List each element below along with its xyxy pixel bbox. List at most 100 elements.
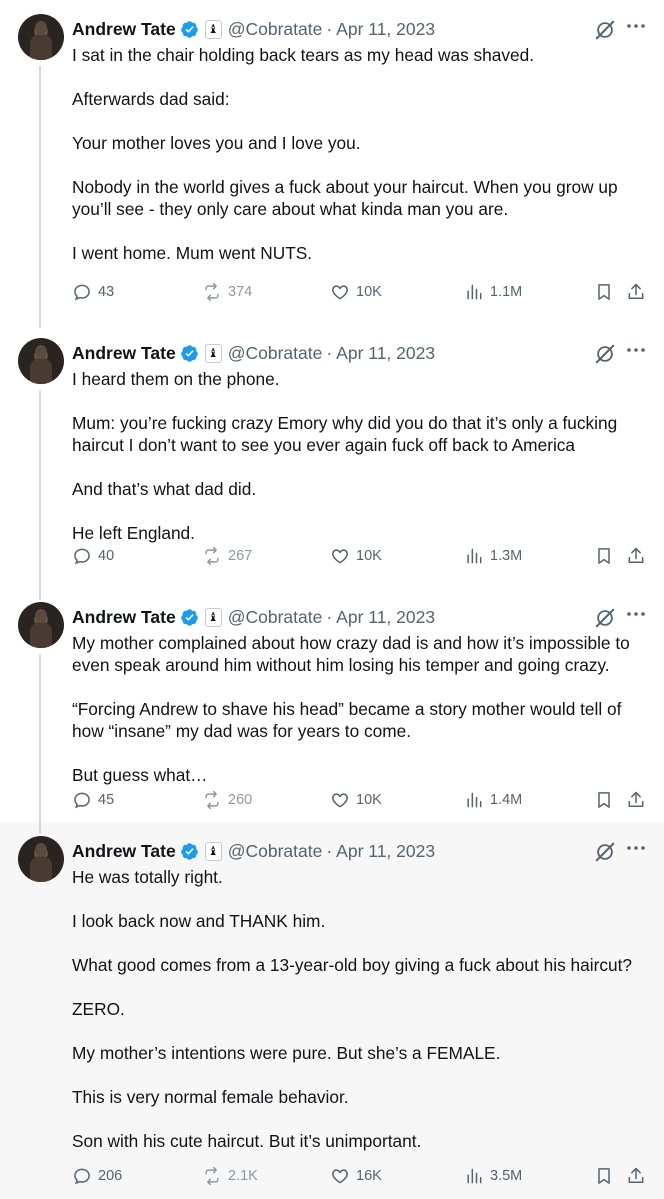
more-icon[interactable] [624,836,648,860]
thread-line [39,66,41,320]
verified-badge-icon[interactable] [180,344,199,363]
views-button[interactable]: 1.1M [464,282,522,302]
tweet-paragraph: My mother’s intentions were pure. But sh… [72,1043,501,1063]
affiliate-badge[interactable]: ♝ [204,19,222,39]
repost-button[interactable]: 267 [202,546,252,566]
like-count: 10K [356,548,382,564]
tweet-header: Andrew Tate ♝ @Cobratate · Apr 11, 2023 [72,340,435,366]
tweet-paragraph: Nobody in the world gives a fuck about y… [72,177,618,219]
verified-badge-icon[interactable] [180,20,199,39]
share-button[interactable] [626,282,646,302]
avatar[interactable] [18,14,64,60]
like-button[interactable]: 10K [330,790,382,810]
thread-line [39,320,41,328]
more-icon[interactable] [624,14,648,38]
views-button[interactable]: 1.4M [464,790,522,810]
views-button[interactable]: 1.3M [464,546,522,566]
tweet-text: I sat in the chair holding back tears as… [72,44,646,264]
reply-count: 43 [98,284,115,300]
author-handle[interactable]: @Cobratate [228,841,323,862]
like-count: 10K [356,284,382,300]
reply-icon [74,284,90,301]
action-bar: 40 267 10K 1.3M [72,546,652,568]
bookmark-icon [598,548,610,564]
author-name[interactable]: Andrew Tate [72,19,176,40]
more-icon[interactable] [624,338,648,362]
bookmark-icon [598,792,610,808]
bookmark-button[interactable] [594,1166,614,1186]
tweet-date[interactable]: Apr 11, 2023 [336,343,435,364]
grok-icon[interactable] [594,607,616,629]
grok-icon[interactable] [594,343,616,365]
repost-icon [205,546,219,566]
separator: · [326,342,333,363]
tweet[interactable]: Andrew Tate ♝ @Cobratate · Apr 11, 2023 … [0,0,664,320]
views-count: 3.5M [490,1168,523,1184]
like-icon [332,549,348,564]
share-button[interactable] [626,790,646,810]
views-button[interactable]: 3.5M [464,1166,522,1186]
reply-button[interactable]: 43 [72,282,114,302]
reply-button[interactable]: 206 [72,1166,122,1186]
share-icon [628,1167,644,1183]
bookmark-button[interactable] [594,790,614,810]
author-handle[interactable]: @Cobratate [228,607,323,628]
like-icon [332,1169,348,1184]
like-icon [332,285,348,300]
grok-icon[interactable] [594,841,616,863]
tweet-paragraph: But guess what… [72,765,208,785]
thread-line [39,654,41,822]
tweet-date[interactable]: Apr 11, 2023 [336,607,435,628]
reply-button[interactable]: 40 [72,546,114,566]
verified-badge-icon[interactable] [180,842,199,861]
verified-badge-icon[interactable] [180,608,199,627]
share-button[interactable] [626,1166,646,1186]
grok-icon[interactable] [594,19,616,41]
separator: · [326,840,333,861]
bookmark-icon [598,284,610,300]
tweet-date[interactable]: Apr 11, 2023 [336,19,435,40]
author-name[interactable]: Andrew Tate [72,607,176,628]
thread-line [39,822,41,834]
avatar[interactable] [18,836,64,882]
author-handle[interactable]: @Cobratate [228,343,323,364]
bookmark-button[interactable] [594,546,614,566]
affiliate-badge[interactable]: ♝ [204,343,222,363]
share-icon [628,283,644,299]
like-button[interactable]: 10K [330,282,382,302]
author-name[interactable]: Andrew Tate [72,343,176,364]
tweet[interactable]: Andrew Tate ♝ @Cobratate · Apr 11, 2023 … [0,320,664,588]
like-button[interactable]: 16K [330,1166,382,1186]
views-icon [467,1168,482,1184]
repost-button[interactable]: 2.1K [202,1166,258,1186]
reply-button[interactable]: 45 [72,790,114,810]
like-button[interactable]: 10K [330,546,382,566]
author-name[interactable]: Andrew Tate [72,841,176,862]
reply-count: 45 [98,792,115,808]
avatar[interactable] [18,602,64,648]
tweet-text: I heard them on the phone. Mum: you’re f… [72,368,646,544]
tweet[interactable]: Andrew Tate ♝ @Cobratate · Apr 11, 2023 … [0,588,664,822]
author-handle[interactable]: @Cobratate [228,19,323,40]
bookmark-button[interactable] [594,282,614,302]
repost-icon [205,282,219,302]
tweet-paragraph: And that’s what dad did. [72,479,257,499]
tweet-paragraph: I sat in the chair holding back tears as… [72,45,535,65]
share-button[interactable] [626,546,646,566]
views-count: 1.3M [490,548,523,564]
repost-button[interactable]: 374 [202,282,252,302]
affiliate-badge[interactable]: ♝ [204,841,222,861]
tweet-highlighted[interactable]: Andrew Tate ♝ @Cobratate · Apr 11, 2023 … [0,822,664,1199]
tweet-paragraph: Your mother loves you and I love you. [72,133,361,153]
tweet-paragraph: I heard them on the phone. [72,369,280,389]
tweet-paragraph: I look back now and THANK him. [72,911,326,931]
action-bar: 45 260 10K 1.4M [72,790,652,812]
affiliate-badge[interactable]: ♝ [204,607,222,627]
tweet-date[interactable]: Apr 11, 2023 [336,841,435,862]
reply-count: 206 [98,1168,123,1184]
more-icon[interactable] [624,602,648,626]
tweet-header: Andrew Tate ♝ @Cobratate · Apr 11, 2023 [72,838,435,864]
repost-count: 2.1K [228,1168,258,1184]
avatar[interactable] [18,338,64,384]
repost-button[interactable]: 260 [202,790,252,810]
